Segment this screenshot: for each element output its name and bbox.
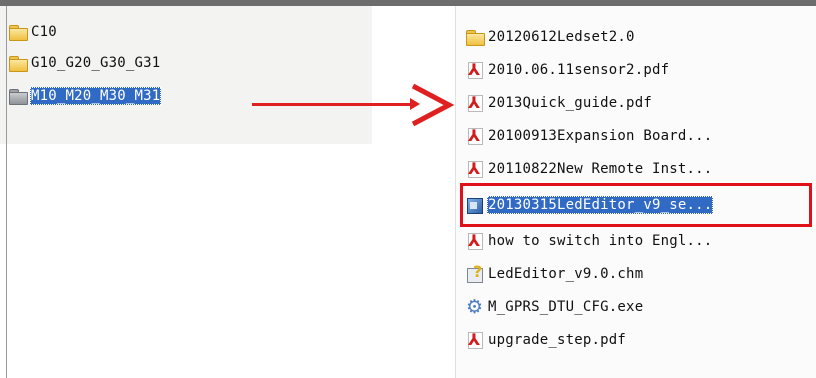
folder-label: G10_G20_G30_G31 [31, 55, 161, 71]
folder-item-m10-m20-m30-m31[interactable]: M10_M20_M30_M31 [8, 86, 162, 106]
chm-help-icon [465, 262, 485, 283]
file-item-upgrade-step-pdf[interactable]: upgrade_step.pdf [465, 330, 627, 350]
file-label: 2013Quick_guide.pdf [488, 95, 652, 111]
file-label: 20120612Ledset2.0 [488, 29, 635, 45]
file-label: 2010.06.11sensor2.pdf [488, 62, 670, 78]
file-item-ledset-folder[interactable]: 20120612Ledset2.0 [465, 27, 636, 47]
pdf-icon [465, 93, 485, 112]
file-item-gprs-dtu-cfg-exe[interactable]: M_GPRS_DTU_CFG.exe [465, 296, 644, 318]
folder-icon [465, 28, 485, 46]
file-label: M_GPRS_DTU_CFG.exe [488, 299, 644, 315]
pdf-icon [465, 330, 485, 349]
pdf-icon [465, 60, 485, 79]
folder-item-c10[interactable]: C10 [8, 22, 58, 42]
file-item-expansion-board[interactable]: 20100913Expansion Board... [465, 126, 713, 146]
pdf-icon [465, 126, 485, 145]
folder-item-g10-g20-g30-g31[interactable]: G10_G20_G30_G31 [8, 53, 161, 73]
folder-label: C10 [31, 24, 57, 40]
annotation-chevron-icon [411, 83, 455, 127]
annotation-highlight-box [460, 183, 812, 227]
folder-label: M10_M20_M30_M31 [30, 87, 162, 105]
file-item-new-remote-inst[interactable]: 20110822New Remote Inst... [465, 159, 713, 179]
file-label: 20110822New Remote Inst... [488, 161, 713, 177]
file-item-lededitor-chm[interactable]: LedEditor_v9.0.chm [465, 262, 644, 284]
file-item-sensor2-pdf[interactable]: 2010.06.11sensor2.pdf [465, 60, 670, 80]
folder-icon [8, 54, 28, 72]
pdf-icon [465, 231, 485, 250]
file-item-quick-guide-pdf[interactable]: 2013Quick_guide.pdf [465, 93, 653, 113]
file-item-switch-english[interactable]: how to switch into Engl... [465, 231, 713, 251]
folder-icon [8, 23, 28, 41]
file-label: how to switch into Engl... [488, 233, 713, 249]
left-pane-border [6, 6, 7, 378]
annotation-arrow-line [252, 103, 412, 106]
folder-icon [8, 87, 28, 105]
pdf-icon [465, 159, 485, 178]
file-label: LedEditor_v9.0.chm [488, 266, 644, 282]
file-label: upgrade_step.pdf [488, 332, 627, 348]
file-label: 20100913Expansion Board... [488, 128, 713, 144]
gear-icon [465, 296, 485, 318]
